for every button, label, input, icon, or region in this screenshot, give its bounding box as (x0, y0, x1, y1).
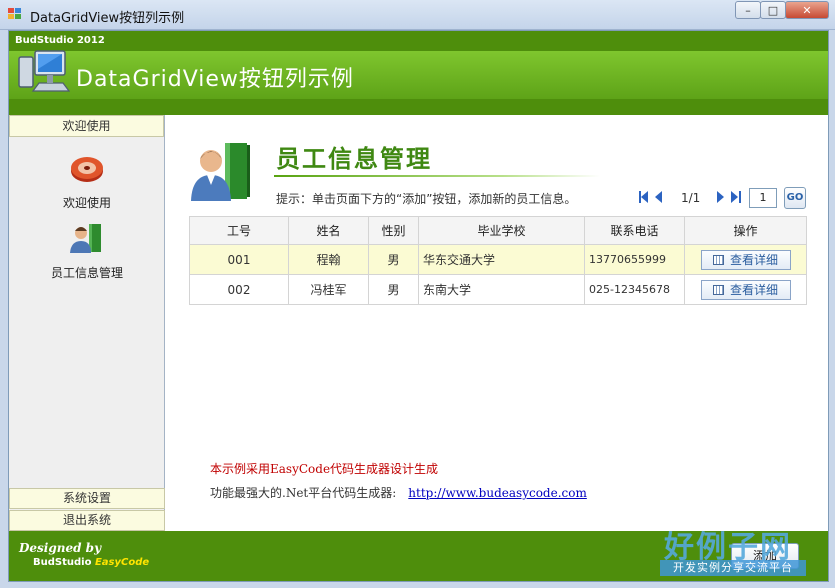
next-page-icon[interactable] (717, 191, 724, 203)
employee-icon (70, 224, 101, 253)
close-button[interactable]: ✕ (785, 1, 829, 19)
sidebar-item-employees[interactable]: 员工信息管理 (9, 221, 165, 281)
column-header[interactable]: 操作 (684, 216, 807, 245)
cell-action: 查看详细 (684, 244, 807, 275)
column-header[interactable]: 毕业学校 (418, 216, 585, 245)
table-row[interactable]: 001 程翰 男 华东交通大学 13770655999 查看详细 (189, 244, 807, 275)
last-page-icon[interactable] (731, 191, 738, 203)
watermark-subtitle: 开发实例分享交流平台 (660, 560, 806, 576)
window-titlebar: DataGridView按钮列示例 – □ ✕ (0, 0, 835, 30)
first-page-icon[interactable] (641, 191, 648, 203)
view-detail-button[interactable]: 查看详细 (700, 279, 791, 300)
cell-id[interactable]: 002 (189, 274, 289, 305)
app-client: BudStudio 2012 DataGridView按钮列示例 欢迎使用 欢迎… (8, 30, 829, 582)
sidebar-item-label: 欢迎使用 (62, 196, 111, 210)
cell-id[interactable]: 001 (189, 244, 289, 275)
page-number-input[interactable]: 1 (749, 188, 777, 208)
window-title: DataGridView按钮列示例 (30, 11, 185, 26)
product-name: EasyCode (94, 557, 150, 568)
page-info: 1/1 (681, 191, 701, 205)
sidebar-item-welcome[interactable]: 欢迎使用 (9, 151, 165, 211)
banner-title: DataGridView按钮列示例 (76, 67, 354, 92)
cell-school[interactable]: 东南大学 (418, 274, 585, 305)
column-header[interactable]: 姓名 (288, 216, 369, 245)
hint-text: 提示：单击页面下方的“添加”按钮，添加新的员工信息。 (276, 192, 577, 206)
table-row[interactable]: 002 冯桂军 男 东南大学 025-12345678 查看详细 (189, 274, 807, 305)
first-page-bar (639, 191, 641, 203)
website-link[interactable]: http://www.budeasycode.com (408, 486, 587, 500)
calendar-icon (712, 254, 724, 265)
sidebar-header[interactable]: 欢迎使用 (9, 115, 164, 137)
header-banner: BudStudio 2012 DataGridView按钮列示例 (9, 31, 828, 115)
generator-note-text: 功能最强大的.Net平台代码生成器: (210, 486, 397, 500)
sidebar: 欢迎使用 欢迎使用 员工信息管理 系统设置 退出系统 (9, 115, 165, 531)
title-underline (274, 175, 600, 177)
minimize-button[interactable]: – (735, 1, 761, 19)
cell-school[interactable]: 华东交通大学 (418, 244, 585, 275)
maximize-button[interactable]: □ (760, 1, 786, 19)
studio-name: BudStudio (33, 557, 92, 568)
sidebar-item-label: 员工信息管理 (50, 266, 123, 280)
pager: 1/1 1 GO (633, 187, 817, 209)
go-button[interactable]: GO (784, 187, 806, 209)
app-icon (8, 8, 22, 20)
column-header[interactable]: 联系电话 (584, 216, 685, 245)
designed-by-label: Designed by (19, 541, 102, 555)
disk-icon (71, 157, 103, 182)
view-detail-label: 查看详细 (729, 282, 778, 297)
cell-gender[interactable]: 男 (368, 244, 419, 275)
cell-name[interactable]: 程翰 (288, 244, 369, 275)
view-detail-button[interactable]: 查看详细 (700, 249, 791, 270)
watermark: 好例子网 开发实例分享交流平台 (658, 522, 808, 580)
cell-phone[interactable]: 025-12345678 (584, 274, 685, 305)
column-header[interactable]: 工号 (189, 216, 289, 245)
cell-name[interactable]: 冯桂军 (288, 274, 369, 305)
prev-page-icon[interactable] (655, 191, 662, 203)
page-title: 员工信息管理 (276, 145, 432, 173)
generator-note: 本示例采用EasyCode代码生成器设计生成 (210, 462, 439, 476)
column-header[interactable]: 性别 (368, 216, 419, 245)
last-page-bar (739, 191, 741, 203)
grid-header-row: 工号 姓名 性别 毕业学校 联系电话 操作 (189, 216, 807, 245)
studio-label: BudStudio EasyCode (33, 557, 149, 568)
sidebar-item-settings[interactable]: 系统设置 (9, 488, 165, 509)
employee-grid: 工号 姓名 性别 毕业学校 联系电话 操作 001 程翰 男 华东交通大学 13… (189, 216, 807, 305)
main-panel: 员工信息管理 提示：单击页面下方的“添加”按钮，添加新的员工信息。 1/1 1 … (169, 115, 828, 531)
brand-label: BudStudio 2012 (15, 35, 105, 46)
sidebar-item-exit[interactable]: 退出系统 (9, 510, 165, 531)
cell-gender[interactable]: 男 (368, 274, 419, 305)
cell-action: 查看详细 (684, 274, 807, 305)
view-detail-label: 查看详细 (729, 252, 778, 267)
calendar-icon (712, 284, 724, 295)
cell-phone[interactable]: 13770655999 (584, 244, 685, 275)
employee-banner-icon (191, 143, 250, 201)
generator-note-2: 功能最强大的.Net平台代码生成器: http://www.budeasycode… (210, 484, 587, 501)
monitor-icon (18, 50, 71, 92)
